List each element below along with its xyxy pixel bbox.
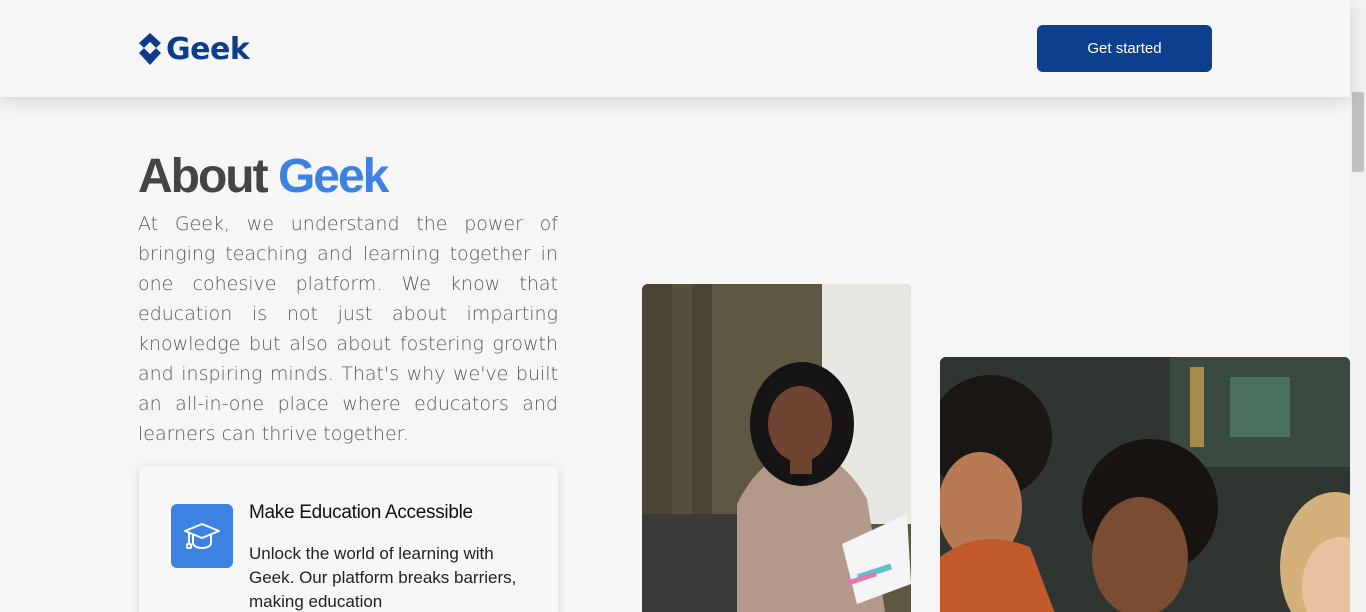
feature-card-text: Unlock the world of learning with Geek. …: [249, 544, 517, 611]
logo-text: Geek: [166, 31, 250, 67]
feature-card: Make Education Accessible Unlock the wor…: [139, 466, 558, 612]
about-description: At Geek, we understand the power of brin…: [138, 213, 558, 445]
graduation-cap-icon: [171, 504, 233, 568]
about-title: About Geek: [138, 148, 389, 206]
scrollbar-thumb[interactable]: [1352, 92, 1364, 172]
about-title-accent: Geek: [277, 150, 389, 203]
woman-with-papers-photo: [642, 284, 911, 612]
geek-logo-icon: [139, 33, 161, 65]
about-title-prefix: About: [138, 150, 269, 203]
page-scrollbar[interactable]: [1350, 0, 1366, 612]
group-of-students-photo: [940, 357, 1350, 612]
logo[interactable]: Geek: [137, 31, 250, 67]
get-started-button[interactable]: Get started: [1037, 25, 1212, 72]
feature-card-title: Make Education Accessible: [249, 502, 473, 523]
site-header: Geek Get started: [0, 0, 1350, 97]
